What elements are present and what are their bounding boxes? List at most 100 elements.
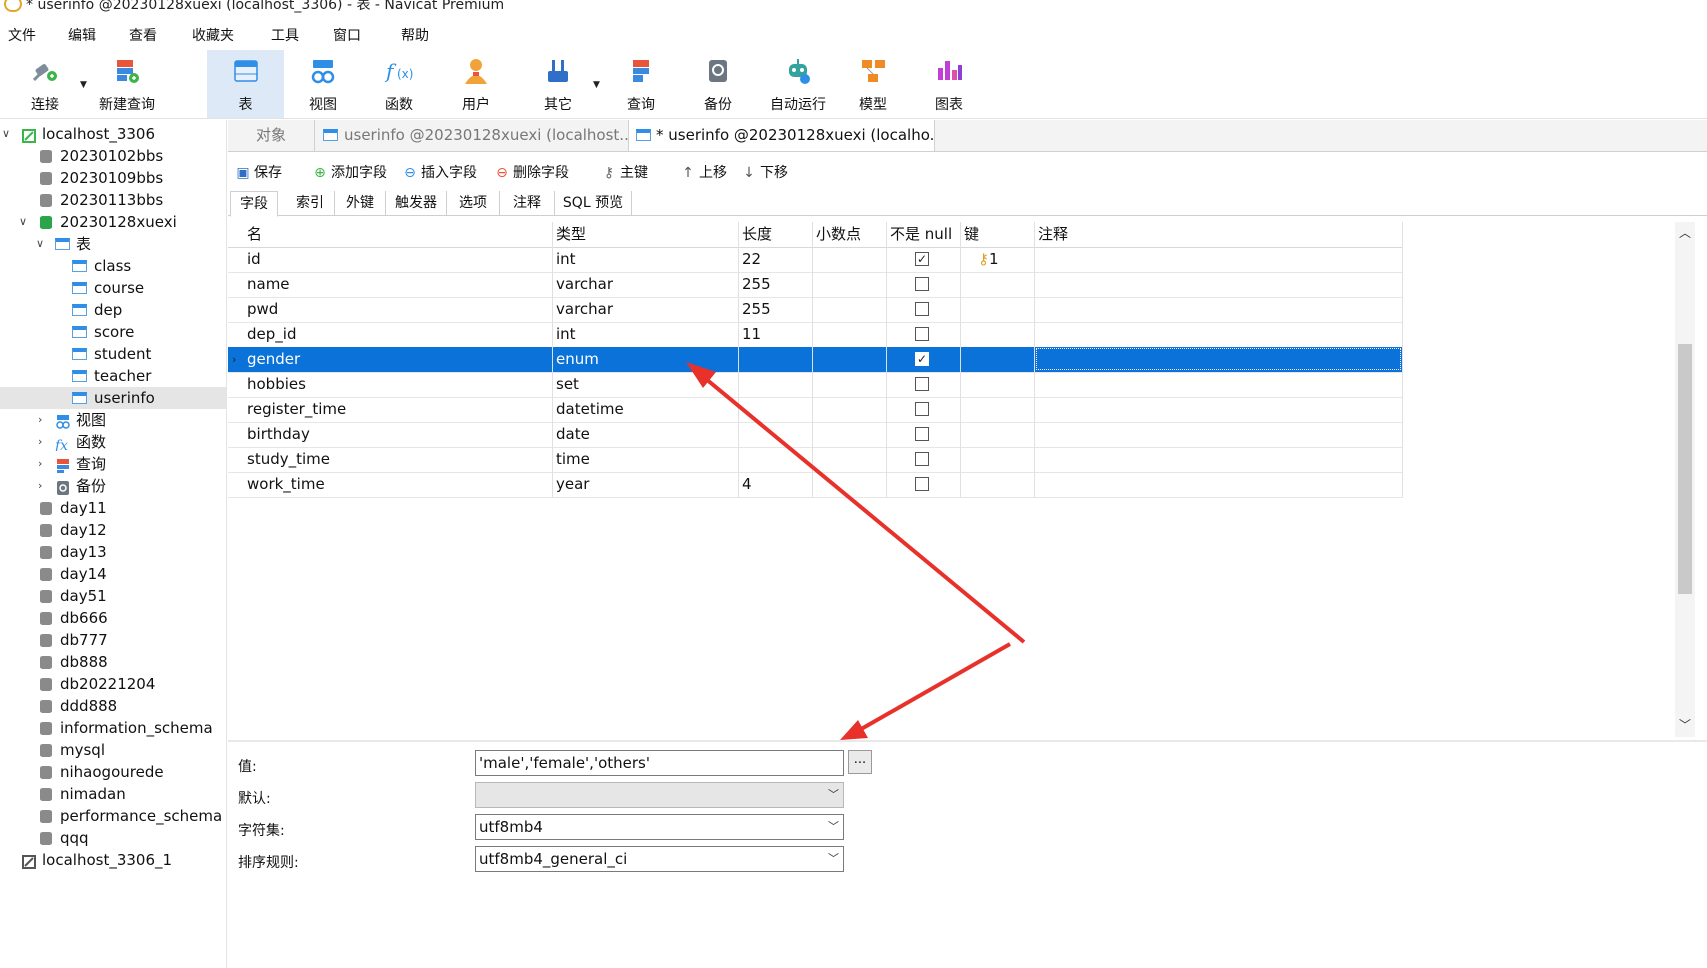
scroll-up-icon[interactable]: ︿ <box>1679 224 1691 241</box>
not-null-checkbox[interactable] <box>915 377 929 391</box>
cell-key[interactable] <box>961 347 1035 372</box>
tree-database[interactable]: day11 <box>0 497 226 519</box>
collation-select[interactable]: utf8mb4_general_ci ﹀ <box>475 846 844 872</box>
tree-table-teacher[interactable]: teacher <box>0 365 226 387</box>
cell-length[interactable]: 22 <box>739 247 813 272</box>
table-row[interactable]: register_time datetime <box>228 397 1403 423</box>
panel-splitter[interactable] <box>228 740 1707 742</box>
cell-key[interactable] <box>961 397 1035 422</box>
cell-decimals[interactable] <box>813 272 887 297</box>
column-header-decimals[interactable]: 小数点 <box>813 222 887 247</box>
cell-name[interactable]: pwd <box>244 297 553 322</box>
value-input[interactable]: 'male','female','others' <box>475 750 844 776</box>
menu-window[interactable]: 窗口 <box>333 25 361 45</box>
cell-length[interactable] <box>739 372 813 397</box>
tree-database-open[interactable]: ∨ 20230128xuexi <box>0 211 226 233</box>
menu-tools[interactable]: 工具 <box>271 25 299 45</box>
table-row[interactable]: dep_id int 11 <box>228 322 1403 348</box>
menu-edit[interactable]: 编辑 <box>68 25 96 45</box>
tree-database[interactable]: mysql <box>0 739 226 761</box>
scrollbar-thumb[interactable] <box>1678 344 1692 594</box>
chevron-right-icon[interactable]: › <box>38 431 42 453</box>
column-header-key[interactable]: 键 <box>961 222 1035 247</box>
cell-length[interactable]: 255 <box>739 297 813 322</box>
insert-field-button[interactable]: ⊖ 插入字段 <box>403 162 477 182</box>
cell-key[interactable] <box>961 372 1035 397</box>
cell-comment[interactable] <box>1035 422 1403 447</box>
tree-database[interactable]: 20230102bbs <box>0 145 226 167</box>
chevron-down-icon[interactable]: ∨ <box>36 233 44 255</box>
menu-file[interactable]: 文件 <box>8 25 36 45</box>
grid-scrollbar[interactable]: ︿ ﹀ <box>1675 222 1695 737</box>
table-row[interactable]: id int 22 ✓ ⚷1 <box>228 247 1403 273</box>
not-null-checkbox[interactable] <box>915 452 929 466</box>
charset-select[interactable]: utf8mb4 ﹀ <box>475 814 844 840</box>
tree-database[interactable]: ddd888 <box>0 695 226 717</box>
move-up-button[interactable]: ↑ 上移 <box>681 162 727 182</box>
table-row[interactable]: name varchar 255 <box>228 272 1403 298</box>
tree-database[interactable]: 20230109bbs <box>0 167 226 189</box>
tree-database[interactable]: day13 <box>0 541 226 563</box>
toolbar-model-button[interactable]: 模型 <box>838 50 908 118</box>
primary-key-button[interactable]: ⚷ 主键 <box>602 162 648 182</box>
tree-database[interactable]: 20230113bbs <box>0 189 226 211</box>
column-header-comment[interactable]: 注释 <box>1035 222 1403 247</box>
chevron-right-icon[interactable]: › <box>38 453 42 475</box>
tree-database[interactable]: db20221204 <box>0 673 226 695</box>
subtab-comment[interactable]: 注释 <box>500 191 555 215</box>
not-null-checkbox[interactable] <box>915 302 929 316</box>
not-null-checkbox[interactable] <box>915 427 929 441</box>
not-null-checkbox[interactable]: ✓ <box>915 252 929 266</box>
cell-length[interactable] <box>739 422 813 447</box>
cell-decimals[interactable] <box>813 322 887 347</box>
cell-comment[interactable] <box>1035 447 1403 472</box>
tree-database[interactable]: db666 <box>0 607 226 629</box>
cell-decimals[interactable] <box>813 347 887 372</box>
other-dropdown-icon[interactable]: ▼ <box>593 80 600 90</box>
cell-name[interactable]: gender <box>244 347 553 372</box>
subtab-sql-preview[interactable]: SQL 预览 <box>555 191 632 215</box>
column-header-notnull[interactable]: 不是 null <box>887 222 961 247</box>
comment-edit-box[interactable] <box>1036 348 1401 370</box>
scroll-down-icon[interactable]: ﹀ <box>1679 716 1691 733</box>
tree-database[interactable]: db777 <box>0 629 226 651</box>
toolbar-table-button[interactable]: 表 <box>207 50 284 118</box>
cell-type[interactable]: int <box>553 247 739 272</box>
not-null-checkbox[interactable] <box>915 402 929 416</box>
toolbar-user-button[interactable]: 用户 <box>441 50 511 118</box>
toolbar-connect-button[interactable]: 连接 <box>10 50 80 118</box>
cell-length[interactable] <box>739 347 813 372</box>
tree-connection[interactable]: ∨ localhost_3306 <box>0 123 226 145</box>
cell-notnull[interactable] <box>887 447 961 472</box>
tree-group-view[interactable]: › 视图 <box>0 409 226 431</box>
cell-comment[interactable] <box>1035 472 1403 497</box>
subtab-triggers[interactable]: 触发器 <box>386 191 447 215</box>
cell-key[interactable] <box>961 422 1035 447</box>
cell-notnull[interactable] <box>887 272 961 297</box>
subtab-options[interactable]: 选项 <box>447 191 500 215</box>
menu-view[interactable]: 查看 <box>129 25 157 45</box>
tree-group-query[interactable]: › 查询 <box>0 453 226 475</box>
chevron-down-icon[interactable]: ∨ <box>2 123 10 145</box>
subtab-foreign-keys[interactable]: 外键 <box>335 191 386 215</box>
tree-group-function[interactable]: › fx 函数 <box>0 431 226 454</box>
ellipsis-button[interactable]: ... <box>848 750 872 774</box>
tree-table-class[interactable]: class <box>0 255 226 277</box>
column-header-length[interactable]: 长度 <box>739 222 813 247</box>
cell-decimals[interactable] <box>813 397 887 422</box>
cell-type[interactable]: int <box>553 322 739 347</box>
cell-type[interactable]: time <box>553 447 739 472</box>
connect-dropdown-icon[interactable]: ▼ <box>80 80 87 90</box>
cell-length[interactable] <box>739 397 813 422</box>
cell-type[interactable]: datetime <box>553 397 739 422</box>
move-down-button[interactable]: ↓ 下移 <box>742 162 788 182</box>
cell-comment[interactable] <box>1035 297 1403 322</box>
not-null-checkbox[interactable]: ✓ <box>915 352 929 366</box>
table-row[interactable]: › gender enum ✓ <box>228 347 1403 373</box>
cell-notnull[interactable] <box>887 472 961 497</box>
column-header-type[interactable]: 类型 <box>553 222 739 247</box>
cell-type[interactable]: varchar <box>553 272 739 297</box>
column-header-name[interactable]: 名 <box>244 222 553 247</box>
tree-table-course[interactable]: course <box>0 277 226 299</box>
cell-comment[interactable] <box>1035 322 1403 347</box>
